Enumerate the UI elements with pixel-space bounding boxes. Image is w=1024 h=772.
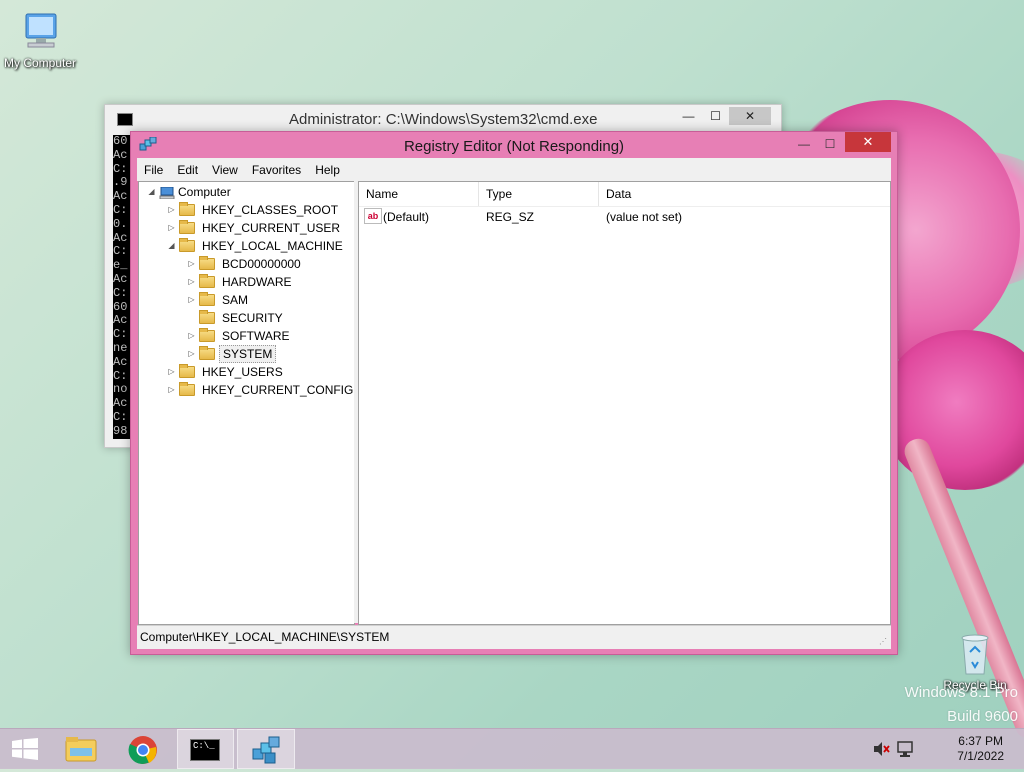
table-row[interactable]: ab (Default) REG_SZ (value not set) <box>359 208 890 226</box>
expand-arrow-icon[interactable]: ▷ <box>187 327 196 345</box>
cmd-close-button[interactable]: ✕ <box>729 107 771 125</box>
regedit-icon <box>251 735 283 768</box>
folder-icon <box>199 274 215 288</box>
menu-edit[interactable]: Edit <box>170 163 205 177</box>
taskbar-registry-editor[interactable] <box>237 729 295 769</box>
build-watermark: Build 9600 <box>947 708 1018 725</box>
tree-node-label: HKEY_CURRENT_USER <box>202 221 341 235</box>
recycle-bin-icon <box>955 632 995 676</box>
taskbar-command-prompt[interactable]: C:\_ <box>177 729 234 769</box>
tree-node-label: HKEY_USERS <box>202 365 283 379</box>
regedit-minimize-button[interactable]: — <box>791 135 817 153</box>
folder-icon <box>199 328 215 342</box>
tree-node-label: HKEY_CLASSES_ROOT <box>202 203 339 217</box>
expand-arrow-icon[interactable]: ▷ <box>167 381 176 399</box>
expand-arrow-icon[interactable]: ▷ <box>187 255 196 273</box>
tree-node-label: HKEY_LOCAL_MACHINE <box>202 239 343 253</box>
values-list[interactable]: Name Type Data ab (Default) REG_SZ (valu… <box>358 181 891 625</box>
desktop-icon-my-computer[interactable]: My Computer <box>0 10 80 70</box>
collapse-arrow-icon[interactable]: ◢ <box>147 183 156 201</box>
tree-node-label: SOFTWARE <box>222 329 290 343</box>
tree-node-label: SAM <box>222 293 249 307</box>
computer-icon <box>18 10 62 54</box>
cmd-maximize-button[interactable]: ☐ <box>702 107 729 125</box>
regedit-title: Registry Editor (Not Responding) <box>403 138 625 155</box>
cmd-title: Administrator: C:\Windows\System32\cmd.e… <box>289 111 598 128</box>
computer-icon <box>159 186 175 200</box>
chrome-icon <box>128 735 158 768</box>
column-header-data[interactable]: Data <box>599 182 889 206</box>
tree-node-label: HARDWARE <box>222 275 292 289</box>
clock-date: 7/1/2022 <box>957 749 1004 763</box>
folder-icon <box>179 220 195 234</box>
taskbar: C:\_ 6:37 PM 7/1/2022 <box>0 728 1024 769</box>
resize-grip-icon[interactable]: ⋰ <box>879 637 889 647</box>
value-type: REG_SZ <box>486 210 535 224</box>
expand-arrow-icon[interactable]: ▷ <box>167 363 176 381</box>
regedit-maximize-button[interactable]: ☐ <box>817 135 843 153</box>
folder-icon <box>199 310 215 324</box>
tree-node-label: SECURITY <box>222 311 283 325</box>
cmd-title-bar[interactable]: Administrator: C:\Windows\System32\cmd.e… <box>105 105 781 131</box>
taskbar-clock[interactable]: 6:37 PM 7/1/2022 <box>957 734 1004 764</box>
menu-bar: File Edit View Favorites Help <box>137 158 891 181</box>
network-icon[interactable] <box>896 729 916 769</box>
value-data: (value not set) <box>606 210 683 224</box>
status-bar: Computer\HKEY_LOCAL_MACHINE\SYSTEM ⋰ <box>137 625 891 649</box>
expand-arrow-icon[interactable]: ▷ <box>187 273 196 291</box>
cmd-icon <box>117 113 133 126</box>
cmd-minimize-button[interactable]: — <box>675 107 702 125</box>
column-header-name[interactable]: Name <box>359 182 479 206</box>
regedit-title-bar[interactable]: Registry Editor (Not Responding) — ☐ ✕ <box>131 132 897 158</box>
folder-icon <box>179 238 195 252</box>
expand-arrow-icon[interactable]: ▷ <box>167 201 176 219</box>
folder-icon <box>179 364 195 378</box>
regedit-window[interactable]: Registry Editor (Not Responding) — ☐ ✕ F… <box>130 131 898 655</box>
start-button[interactable] <box>0 729 54 769</box>
taskbar-chrome[interactable] <box>116 729 170 769</box>
value-name: (Default) <box>383 210 430 224</box>
folder-icon <box>199 256 215 270</box>
tree-node-label: BCD00000000 <box>222 257 301 271</box>
cmd-icon: C:\_ <box>190 739 220 761</box>
clock-time: 6:37 PM <box>958 734 1003 748</box>
menu-file[interactable]: File <box>137 163 170 177</box>
tree-node-label: SYSTEM <box>219 345 277 363</box>
windows-watermark: Windows 8.1 Pro <box>904 684 1018 701</box>
menu-favorites[interactable]: Favorites <box>245 163 308 177</box>
collapse-arrow-icon[interactable]: ◢ <box>167 237 176 255</box>
string-value-icon: ab <box>364 208 382 224</box>
volume-muted-icon[interactable] <box>872 729 890 769</box>
folder-icon <box>199 346 215 360</box>
header-divider <box>359 206 890 207</box>
folder-icon <box>179 382 195 396</box>
menu-view[interactable]: View <box>205 163 245 177</box>
taskbar-file-explorer[interactable] <box>54 729 108 769</box>
tree-node-label: Computer <box>178 185 231 199</box>
registry-tree[interactable]: ◢ Computer ▷ HKEY_CLASSES_ROOT ▷ HKEY_CU… <box>138 181 355 625</box>
status-path: Computer\HKEY_LOCAL_MACHINE\SYSTEM <box>140 630 390 644</box>
menu-help[interactable]: Help <box>308 163 347 177</box>
expand-arrow-icon[interactable]: ▷ <box>187 345 196 363</box>
regedit-close-button[interactable]: ✕ <box>845 132 891 152</box>
folder-icon <box>65 736 97 765</box>
expand-arrow-icon[interactable]: ▷ <box>167 219 176 237</box>
expand-arrow-icon[interactable]: ▷ <box>187 291 196 309</box>
desktop-icon-recycle-bin[interactable]: Recycle Bin <box>935 632 1015 692</box>
folder-icon <box>199 292 215 306</box>
desktop-icon-label: My Computer <box>3 56 77 70</box>
column-header-type[interactable]: Type <box>479 182 599 206</box>
folder-icon <box>179 202 195 216</box>
tree-node-label: HKEY_CURRENT_CONFIG <box>202 383 354 397</box>
windows-logo-icon <box>12 738 38 763</box>
